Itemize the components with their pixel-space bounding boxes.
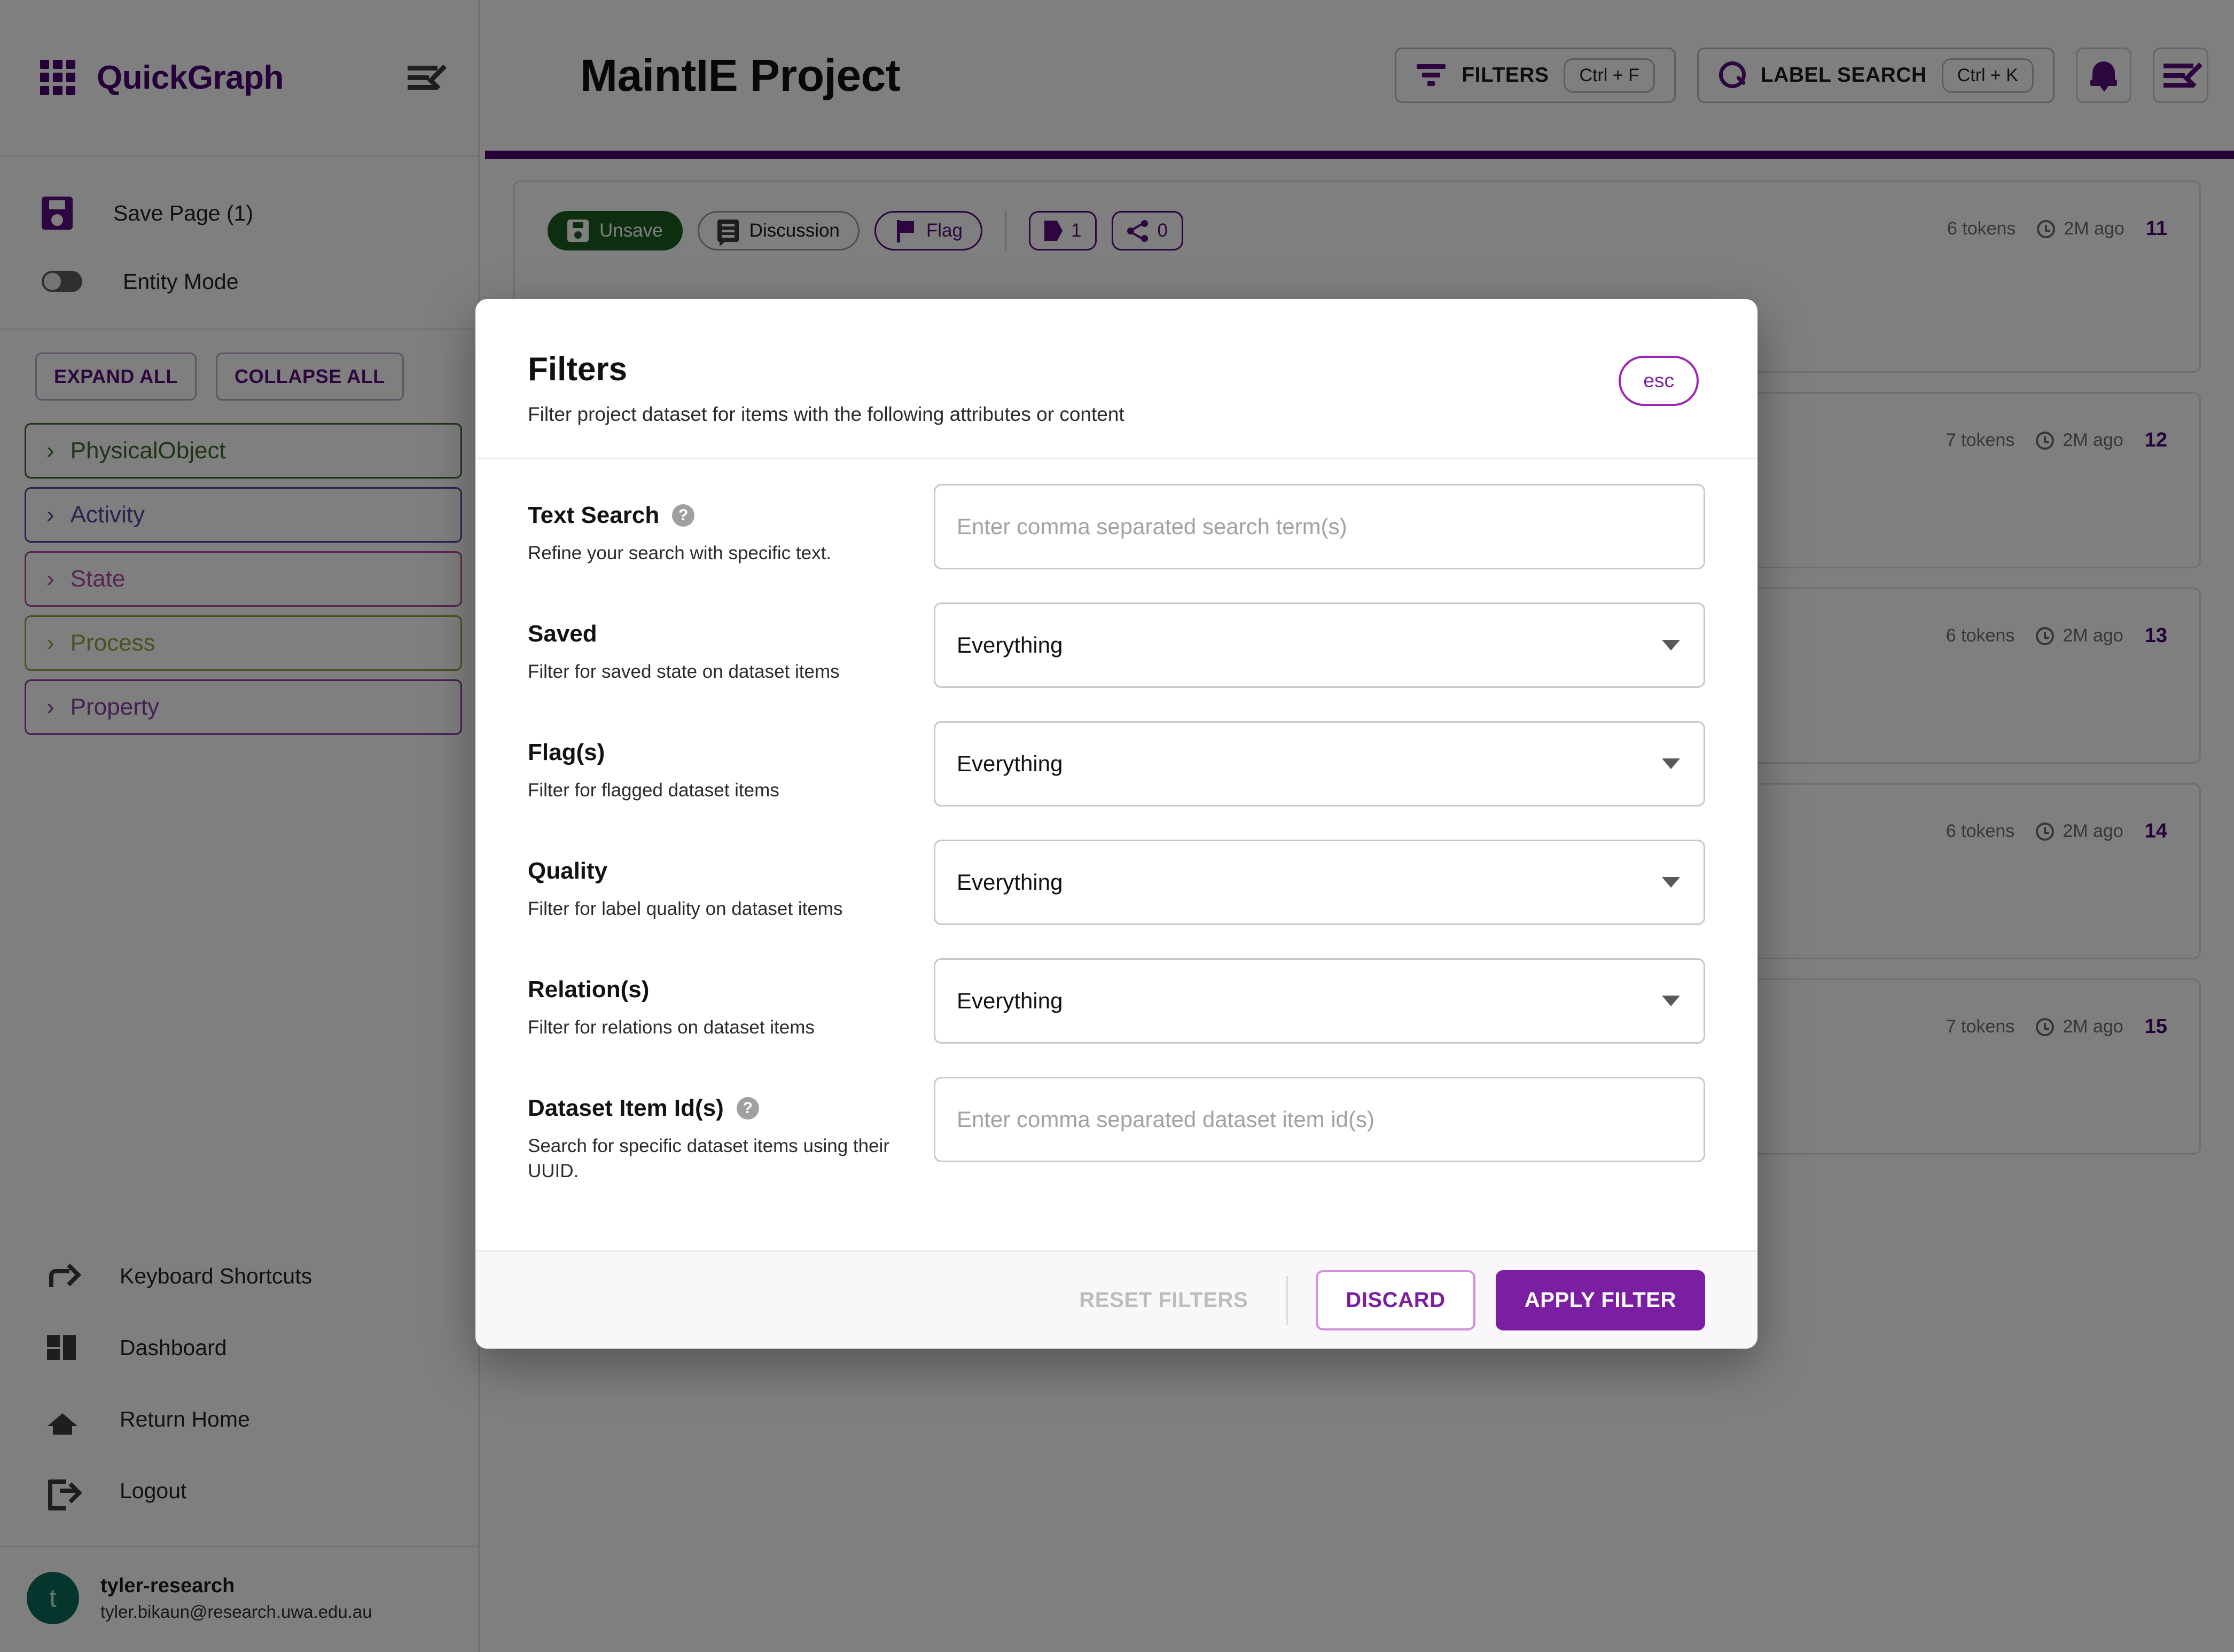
quality-select[interactable]: Everything <box>934 840 1705 925</box>
flags-select[interactable]: Everything <box>934 721 1705 807</box>
help-icon[interactable]: ? <box>672 504 694 527</box>
filter-label-text: Text Search <box>528 502 659 529</box>
filter-row-relations: Relation(s) Filter for relations on data… <box>528 958 1705 1044</box>
filter-desc: Filter for relations on dataset items <box>528 1015 934 1040</box>
filter-label: Text Search ? <box>528 502 934 529</box>
saved-select[interactable]: Everything <box>934 602 1705 688</box>
apply-filter-button[interactable]: APPLY FILTER <box>1496 1270 1705 1330</box>
dialog-title: Filters <box>528 350 1124 388</box>
filter-row-flags: Flag(s) Filter for flagged dataset items… <box>528 721 1705 807</box>
filter-label: Flag(s) <box>528 739 934 766</box>
filter-label-text: Quality <box>528 858 607 884</box>
filters-dialog: Filters Filter project dataset for items… <box>475 299 1757 1349</box>
filter-label: Quality <box>528 858 934 884</box>
chevron-down-icon <box>1662 877 1680 888</box>
filter-label: Dataset Item Id(s) ? <box>528 1095 934 1122</box>
filter-row-description: Text Search ? Refine your search with sp… <box>528 484 934 566</box>
footer-divider <box>1286 1276 1288 1325</box>
app-root: QuickGraph Save Page (1) Entity Mode EXP… <box>0 0 2234 1652</box>
relations-select[interactable]: Everything <box>934 958 1705 1044</box>
flags-select-value: Everything <box>957 751 1063 777</box>
dialog-footer: RESET FILTERS DISCARD APPLY FILTER <box>475 1250 1757 1349</box>
filter-desc: Refine your search with specific text. <box>528 541 934 566</box>
filter-control <box>934 1077 1705 1162</box>
filter-desc: Filter for saved state on dataset items <box>528 659 934 684</box>
quality-select-value: Everything <box>957 870 1063 895</box>
filter-control <box>934 484 1705 569</box>
filter-desc: Filter for label quality on dataset item… <box>528 896 934 921</box>
dialog-subtitle: Filter project dataset for items with th… <box>528 403 1124 426</box>
filter-control: Everything <box>934 602 1705 688</box>
filter-control: Everything <box>934 840 1705 925</box>
chevron-down-icon <box>1662 996 1680 1006</box>
filter-row-description: Quality Filter for label quality on data… <box>528 840 934 921</box>
filter-row-saved: Saved Filter for saved state on dataset … <box>528 602 1705 688</box>
filter-label: Saved <box>528 621 934 647</box>
filter-label-text: Flag(s) <box>528 739 605 766</box>
filter-row-description: Dataset Item Id(s) ? Search for specific… <box>528 1077 934 1184</box>
filter-control: Everything <box>934 721 1705 807</box>
chevron-down-icon <box>1662 640 1680 651</box>
filter-label-text: Dataset Item Id(s) <box>528 1095 724 1122</box>
filter-label-text: Relation(s) <box>528 976 649 1003</box>
relations-select-value: Everything <box>957 988 1063 1014</box>
dialog-header: Filters Filter project dataset for items… <box>475 299 1757 459</box>
saved-select-value: Everything <box>957 632 1063 658</box>
filter-label-text: Saved <box>528 621 597 647</box>
dialog-body: Text Search ? Refine your search with sp… <box>475 459 1757 1250</box>
help-icon[interactable]: ? <box>737 1097 759 1119</box>
filter-row-dataset-item-ids: Dataset Item Id(s) ? Search for specific… <box>528 1077 1705 1184</box>
filter-row-description: Flag(s) Filter for flagged dataset items <box>528 721 934 803</box>
filter-row-description: Relation(s) Filter for relations on data… <box>528 958 934 1040</box>
text-search-input[interactable] <box>934 484 1705 569</box>
filter-label: Relation(s) <box>528 976 934 1003</box>
esc-close-button[interactable]: esc <box>1619 356 1699 406</box>
filter-row-description: Saved Filter for saved state on dataset … <box>528 602 934 684</box>
filter-desc: Filter for flagged dataset items <box>528 778 934 803</box>
filter-row-quality: Quality Filter for label quality on data… <box>528 840 1705 925</box>
reset-filters-button[interactable]: RESET FILTERS <box>1068 1275 1259 1325</box>
filter-control: Everything <box>934 958 1705 1044</box>
filter-desc: Search for specific dataset items using … <box>528 1133 934 1184</box>
chevron-down-icon <box>1662 758 1680 769</box>
dataset-item-ids-input[interactable] <box>934 1077 1705 1162</box>
filter-row-text-search: Text Search ? Refine your search with sp… <box>528 484 1705 569</box>
discard-button[interactable]: DISCARD <box>1316 1270 1475 1330</box>
